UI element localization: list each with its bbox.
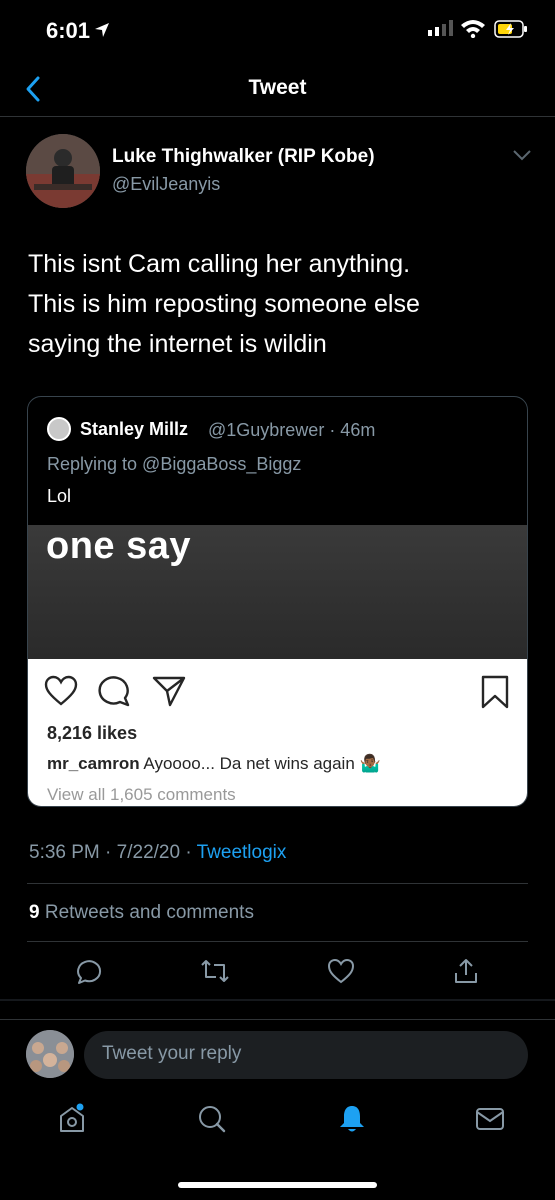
- status-time: 6:01: [46, 18, 91, 43]
- quoted-tweet-text: Lol: [47, 486, 72, 506]
- quoted-author-handle-time: @1Guybrewer · 46m: [208, 420, 376, 440]
- heart-icon: [44, 675, 78, 706]
- search-icon[interactable]: [196, 1103, 228, 1135]
- battery-icon: [494, 20, 527, 38]
- home-icon[interactable]: [56, 1103, 88, 1135]
- divider: [0, 999, 555, 1001]
- meta-separator: ·: [185, 842, 192, 863]
- user-avatar[interactable]: [26, 1030, 74, 1078]
- notifications-bell-icon[interactable]: [336, 1103, 368, 1135]
- location-arrow-icon: [95, 23, 109, 37]
- retweets-link[interactable]: 9 Retweets and comments: [29, 902, 254, 924]
- post-caption: mr_camron Ayoooo... Da net wins again 🤷🏾…: [47, 754, 381, 774]
- quoted-replying-to: Replying to @BiggaBoss_Biggz: [47, 454, 302, 474]
- tweet-text-line: saying the internet is wildin: [28, 330, 327, 358]
- divider: [27, 883, 528, 884]
- likes-count: 8,216 likes: [47, 723, 138, 743]
- author-name[interactable]: Luke Thighwalker (RIP Kobe): [112, 146, 375, 168]
- tweet-source-link[interactable]: Tweetlogix: [197, 842, 287, 863]
- home-indicator[interactable]: [178, 1182, 377, 1188]
- quoted-author-avatar: [47, 417, 71, 441]
- divider: [0, 1019, 555, 1020]
- author-handle[interactable]: @EvilJeanyis: [112, 174, 220, 195]
- media-caption-text: one say: [46, 525, 192, 567]
- retweet-icon[interactable]: [200, 957, 230, 985]
- author-avatar[interactable]: [26, 134, 100, 208]
- meta-separator: ·: [105, 842, 112, 863]
- header-divider: [0, 116, 555, 117]
- quoted-tweet-card[interactable]: Stanley Millz @1Guybrewer · 46m Replying…: [27, 396, 528, 807]
- messages-envelope-icon[interactable]: [474, 1103, 506, 1135]
- tweet-text-line: This isnt Cam calling her anything.: [28, 250, 411, 278]
- tweet-text-line: This is him reposting someone else: [28, 290, 420, 318]
- like-heart-icon[interactable]: [327, 957, 355, 985]
- quoted-media[interactable]: one say: [28, 525, 527, 659]
- view-comments-link: View all 1,605 comments: [47, 785, 236, 804]
- direct-share-icon: [152, 676, 186, 707]
- share-icon[interactable]: [452, 957, 480, 985]
- tweet-time: 5:36 PM: [29, 842, 100, 863]
- reply-input[interactable]: Tweet your reply: [84, 1031, 528, 1079]
- bookmark-icon: [481, 675, 509, 709]
- caption-username: mr_camron: [47, 754, 140, 773]
- signal-icon: [428, 20, 453, 36]
- chevron-down-icon[interactable]: [512, 148, 532, 162]
- retweet-count: 9: [29, 902, 40, 923]
- tweet-text: This isnt Cam calling her anything. This…: [28, 244, 528, 364]
- reply-icon[interactable]: [76, 957, 104, 985]
- divider: [27, 941, 528, 942]
- tweet-date: 7/22/20: [116, 842, 181, 863]
- comment-icon: [98, 676, 130, 707]
- tweet-timestamp: 5:36 PM · 7/22/20 · Tweetlogix: [29, 842, 286, 864]
- instagram-post-footer: 8,216 likes mr_camron Ayoooo... Da net w…: [28, 659, 527, 806]
- page-title: Tweet: [248, 76, 307, 99]
- caption-text: Ayoooo... Da net wins again 🤷🏾‍♂️: [143, 754, 381, 773]
- wifi-icon: [461, 20, 485, 38]
- retweet-label: Retweets and comments: [44, 902, 254, 923]
- quoted-author-name: Stanley Millz: [80, 419, 189, 439]
